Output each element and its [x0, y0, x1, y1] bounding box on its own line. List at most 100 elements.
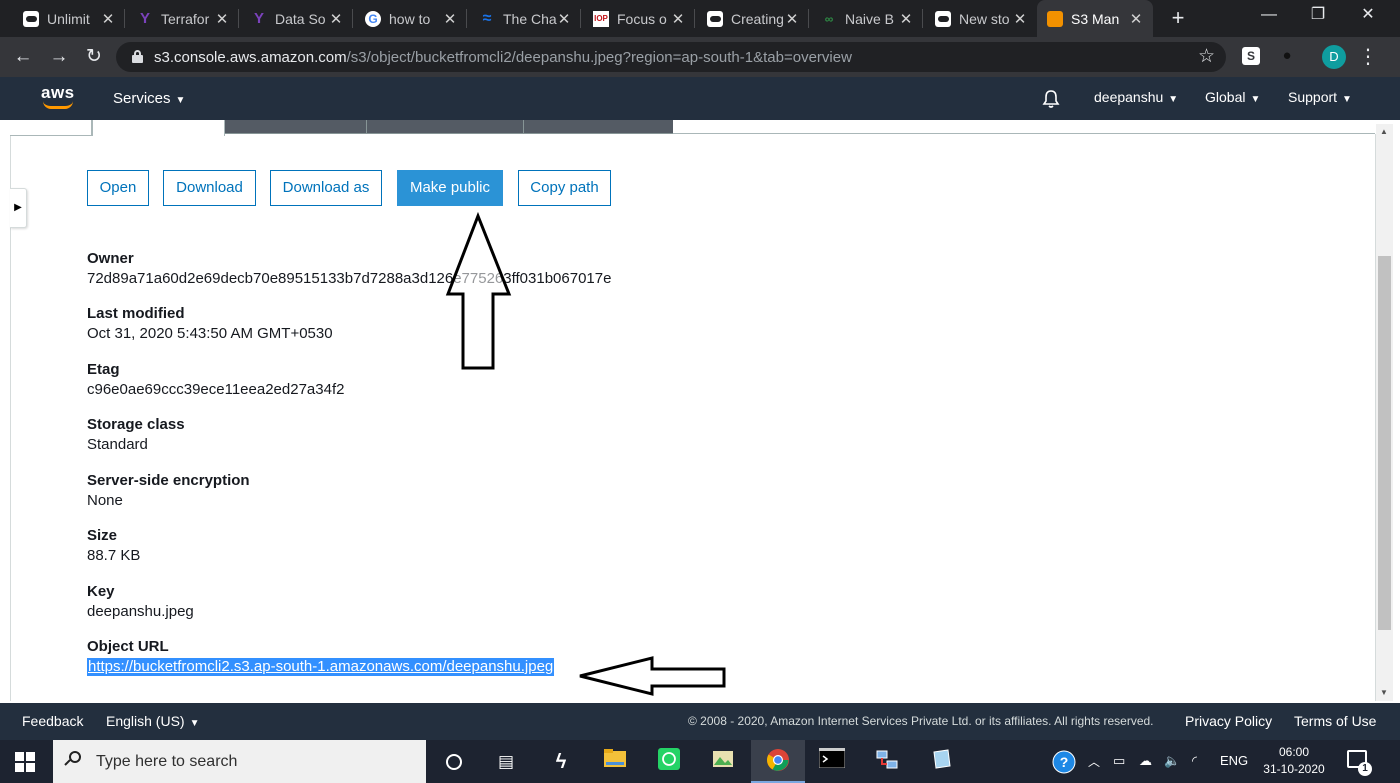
key-label: Key [87, 583, 115, 600]
close-tab-icon[interactable]: ✕ [215, 10, 229, 28]
user-menu[interactable]: deepanshu ▼ [1094, 89, 1178, 105]
bell-icon[interactable] [1041, 89, 1061, 109]
notification-count-badge: 1 [1358, 762, 1372, 776]
iop-icon: IOP [593, 10, 609, 27]
reload-button[interactable]: ↻ [80, 43, 108, 71]
task-view-icon[interactable]: ▤ [492, 748, 520, 776]
file-explorer-icon[interactable] [601, 748, 629, 776]
cortana-icon[interactable] [440, 748, 468, 776]
close-tab-icon[interactable]: ✕ [101, 10, 115, 28]
tab-separator [238, 9, 239, 28]
browser-tab[interactable]: Y Terrafor ✕ [127, 0, 239, 37]
key-field: Key deepanshu.jpeg [87, 583, 194, 621]
terminal-icon[interactable] [818, 747, 846, 776]
close-tab-icon[interactable]: ✕ [329, 10, 343, 28]
url-path: /s3/object/bucketfromcli2/deepanshu.jpeg… [346, 49, 852, 66]
language-label: English (US) [106, 713, 185, 729]
browser-tab[interactable]: New sto ✕ [925, 0, 1037, 37]
tray-chevron-up-icon[interactable]: ︿ [1088, 753, 1100, 770]
object-url-link[interactable]: https://bucketfromcli2.s3.ap-south-1.ama… [87, 658, 555, 676]
services-menu[interactable]: Services ▼ [113, 90, 185, 107]
browser-tab-title: Unlimit [47, 10, 90, 27]
extension-icon[interactable]: S [1242, 47, 1260, 65]
browser-tab[interactable]: ≈ The Cha ✕ [469, 0, 581, 37]
browser-tab[interactable]: Unlimit ✕ [13, 0, 125, 37]
download-as-button[interactable]: Download as [270, 170, 382, 206]
tab-overview[interactable] [92, 120, 225, 136]
close-window-button[interactable]: ✕ [1345, 0, 1391, 32]
network-app-icon[interactable] [873, 748, 901, 776]
storage-class-label: Storage class [87, 416, 185, 433]
browser-tab[interactable]: ∞ Naive B ✕ [811, 0, 923, 37]
url-host: s3.console.aws.amazon.com [154, 49, 347, 66]
close-tab-icon[interactable]: ✕ [785, 10, 799, 28]
feedback-link[interactable]: Feedback [22, 713, 83, 729]
taskbar-search-box[interactable]: Type here to search [53, 740, 426, 783]
forward-button[interactable]: → [45, 43, 73, 71]
browser-tab[interactable]: Creating ✕ [697, 0, 809, 37]
notepad-icon[interactable] [927, 748, 955, 776]
region-menu[interactable]: Global ▼ [1205, 89, 1260, 105]
svg-text:?: ? [1060, 754, 1069, 770]
terms-of-use-link[interactable]: Terms of Use [1294, 713, 1376, 729]
back-button[interactable]: ← [9, 43, 37, 71]
battery-icon[interactable]: ▭ [1113, 753, 1125, 769]
taskbar-clock[interactable]: 06:00 31-10-2020 [1254, 744, 1334, 778]
services-label: Services [113, 90, 171, 107]
sidebar-toggle-button[interactable]: ▶ [10, 188, 27, 228]
input-language[interactable]: ENG [1220, 753, 1248, 768]
help-icon[interactable]: ? [1052, 750, 1076, 777]
close-tab-icon[interactable]: ✕ [671, 10, 685, 28]
tab-separator [694, 9, 695, 28]
close-tab-icon[interactable]: ✕ [1013, 10, 1027, 28]
close-tab-icon[interactable]: ✕ [899, 10, 913, 28]
browser-menu-icon[interactable]: ⋮ [1358, 44, 1378, 70]
browser-tab[interactable]: Ghow to ✕ [355, 0, 467, 37]
object-overview-panel: ▶ Open Download Download as Make public … [0, 120, 1400, 703]
restore-button[interactable]: ❐ [1295, 0, 1341, 32]
bookmark-star-icon[interactable]: ☆ [1198, 45, 1215, 68]
privacy-policy-link[interactable]: Privacy Policy [1185, 713, 1272, 729]
whatsapp-icon[interactable] [655, 748, 683, 776]
chrome-icon[interactable] [764, 748, 792, 776]
make-public-button[interactable]: Make public [397, 170, 503, 206]
cloud-icon[interactable]: ☁ [1139, 753, 1152, 769]
support-menu[interactable]: Support ▼ [1288, 89, 1352, 105]
profile-avatar[interactable]: D [1322, 45, 1346, 69]
search-icon [64, 751, 83, 769]
aws-logo-text: aws [41, 83, 75, 102]
extension-ninja-icon[interactable]: ● [1279, 47, 1295, 65]
tab-edge [10, 120, 92, 136]
new-tab-button[interactable]: + [1164, 4, 1192, 32]
support-label: Support [1288, 89, 1338, 105]
app-bolt-icon[interactable]: ϟ [547, 748, 575, 776]
language-selector[interactable]: English (US) ▼ [106, 713, 200, 729]
scroll-thumb[interactable] [1378, 256, 1391, 630]
owner-field: Owner 72d89a71a60d2e69decb70e89515133b7d… [87, 250, 611, 288]
image-editor-icon[interactable] [709, 748, 737, 776]
scroll-down-icon[interactable]: ▼ [1380, 688, 1388, 697]
minimize-button[interactable]: — [1246, 0, 1292, 32]
page-scrollbar[interactable]: ▲ ▼ [1376, 124, 1393, 701]
browser-tab[interactable]: IOP Focus o ✕ [583, 0, 695, 37]
volume-icon[interactable]: 🔈 [1164, 753, 1180, 769]
browser-tab[interactable]: S3 Man ✕ [1037, 0, 1153, 37]
last-modified-value: Oct 31, 2020 5:43:50 AM GMT+0530 [87, 325, 333, 342]
close-tab-icon[interactable]: ✕ [443, 10, 457, 28]
close-tab-icon[interactable]: ✕ [1129, 10, 1143, 28]
wifi-icon[interactable]: ◜ [1192, 753, 1197, 769]
scroll-up-icon[interactable]: ▲ [1380, 127, 1388, 136]
copy-path-button[interactable]: Copy path [518, 170, 611, 206]
browser-tab-title: Terrafor [161, 10, 210, 27]
close-tab-icon[interactable]: ✕ [557, 10, 571, 28]
windows-start-icon[interactable] [15, 752, 35, 772]
caret-down-icon: ▼ [189, 718, 200, 729]
medium-icon [707, 10, 723, 27]
google-icon: G [365, 10, 381, 27]
address-bar[interactable]: s3.console.aws.amazon.com/s3/object/buck… [116, 42, 1226, 72]
open-button[interactable]: Open [87, 170, 149, 206]
download-button[interactable]: Download [163, 170, 256, 206]
url-text: s3.console.aws.amazon.com/s3/object/buck… [154, 49, 852, 66]
browser-tab[interactable]: Y Data So ✕ [241, 0, 353, 37]
aws-logo[interactable]: aws [40, 83, 76, 113]
